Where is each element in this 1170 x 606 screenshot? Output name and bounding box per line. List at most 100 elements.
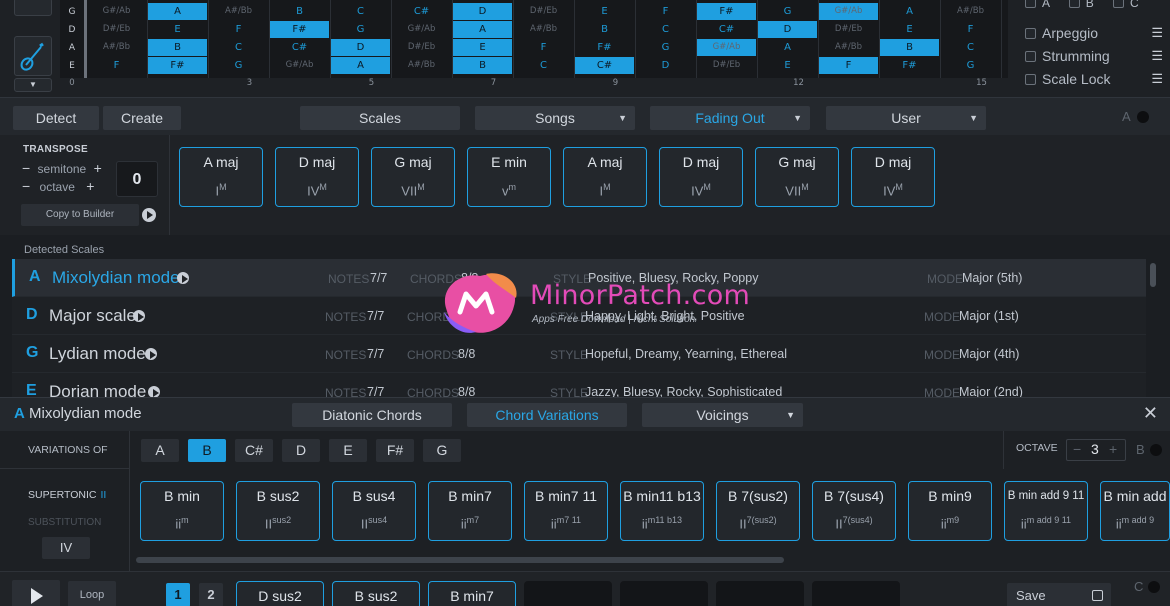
variation-chord-card[interactable]: B min9 iim9 [908, 481, 992, 541]
progression-chord-card[interactable]: D maj IVM [275, 147, 359, 207]
play-progression-icon[interactable] [142, 208, 156, 222]
variation-chord-card[interactable]: B min11 b13 iim11 b13 [620, 481, 704, 541]
fret-note[interactable]: F [514, 39, 573, 56]
progression-chord-card[interactable]: A maj IM [179, 147, 263, 207]
fret-note[interactable]: D [636, 57, 695, 74]
fret-note[interactable]: G [209, 57, 268, 74]
fret-note[interactable]: A#/Bb [941, 3, 1000, 20]
fret-note[interactable]: D [331, 39, 390, 56]
fret-note[interactable]: C [941, 39, 1000, 56]
fret-note[interactable]: F# [148, 57, 207, 74]
scale-row[interactable]: G Lydian mode NOTES 7/7 CHORDS 8/8 STYLE Hopefu… [12, 335, 1146, 373]
fret-note[interactable]: D#/Eb [514, 3, 573, 20]
fret-note[interactable]: G [758, 3, 817, 20]
guitar-view-button[interactable] [14, 36, 52, 76]
fret-note[interactable]: A#/Bb [514, 21, 573, 38]
octave-plus-button[interactable]: + [1109, 441, 1117, 457]
fret-note[interactable]: C# [270, 39, 329, 56]
user-dropdown[interactable]: User ▼ [826, 106, 986, 130]
fret-note[interactable]: D#/Eb [819, 21, 878, 38]
fret-note[interactable]: B [880, 39, 939, 56]
octave-minus-button[interactable]: − [1073, 441, 1081, 457]
fret-note[interactable]: G#/Ab [819, 3, 878, 20]
builder-slot[interactable] [812, 581, 900, 606]
builder-slot[interactable]: D sus2 [236, 581, 324, 606]
toggle-a[interactable] [1137, 111, 1149, 123]
fret-note[interactable]: F [636, 3, 695, 20]
fret-note[interactable]: E [575, 3, 634, 20]
semitone-plus-button[interactable]: + [94, 160, 102, 176]
fret-note[interactable]: A [331, 57, 390, 74]
fret-note[interactable]: B [453, 57, 512, 74]
fret-note[interactable]: A#/Bb [392, 57, 451, 74]
fret-note[interactable]: G#/Ab [392, 21, 451, 38]
option-arpeggio[interactable]: Arpeggio ☰ [1025, 22, 1165, 44]
fret-note[interactable]: G [636, 39, 695, 56]
checkbox-a[interactable] [1025, 0, 1036, 8]
tab-diatonic-chords[interactable]: Diatonic Chords [292, 403, 452, 427]
octave-stepper[interactable]: − 3 + [1066, 439, 1126, 461]
root-note-button[interactable]: A [141, 439, 179, 462]
fret-note[interactable]: D [453, 3, 512, 20]
progression-chord-card[interactable]: D maj IVM [851, 147, 935, 207]
instrument-dropdown[interactable]: ▼ [14, 78, 52, 92]
fret-note[interactable]: E [880, 21, 939, 38]
scale-lock-checkbox[interactable] [1025, 74, 1036, 85]
variation-chord-card[interactable]: B min add 9 11 iim add 9 11 [1004, 481, 1088, 541]
fret-note[interactable]: C# [697, 21, 756, 38]
transpose-value[interactable]: 0 [116, 161, 158, 197]
fret-note[interactable]: A [758, 39, 817, 56]
voicings-dropdown[interactable]: Voicings ▼ [642, 403, 803, 427]
variation-chord-card[interactable]: B sus4 IIsus4 [332, 481, 416, 541]
fret-note[interactable]: F [819, 57, 878, 74]
fret-note[interactable]: G#/Ab [270, 57, 329, 74]
page-1-button[interactable]: 1 [166, 583, 190, 606]
variations-scrollbar[interactable] [136, 557, 784, 563]
variation-chord-card[interactable]: B 7(sus2) II7(sus2) [716, 481, 800, 541]
settings-sliders-icon[interactable]: ☰ [1151, 22, 1163, 44]
toggle-c[interactable] [1148, 581, 1160, 593]
fret-note[interactable]: B [270, 3, 329, 20]
fret-note[interactable]: C [514, 57, 573, 74]
fret-note[interactable]: A [148, 3, 207, 20]
fret-note[interactable]: B [575, 21, 634, 38]
settings-sliders-icon[interactable]: ☰ [1151, 45, 1163, 67]
fret-note[interactable]: D#/Eb [392, 39, 451, 56]
fret-note[interactable]: F# [575, 39, 634, 56]
fret-note[interactable]: A [880, 3, 939, 20]
fret-note[interactable]: F# [697, 3, 756, 20]
fading-out-dropdown[interactable]: Fading Out ▼ [650, 106, 810, 130]
variation-chord-card[interactable]: B min7 iim7 [428, 481, 512, 541]
play-button[interactable] [12, 580, 60, 606]
progression-chord-card[interactable]: G maj VIIM [371, 147, 455, 207]
variation-chord-card[interactable]: B min7 11 iim7 11 [524, 481, 608, 541]
fret-note[interactable]: G#/Ab [697, 39, 756, 56]
semitone-minus-button[interactable]: − [22, 160, 30, 176]
detect-tab[interactable]: Detect [13, 106, 99, 130]
fret-note[interactable]: G#/Ab [87, 3, 146, 20]
fret-note[interactable]: F [209, 21, 268, 38]
fret-note[interactable]: A#/Bb [819, 39, 878, 56]
variation-chord-card[interactable]: B min add iim add 9 [1100, 481, 1170, 541]
octave-minus-button[interactable]: − [22, 178, 30, 194]
copy-to-builder-button[interactable]: Copy to Builder [21, 204, 139, 226]
scales-button[interactable]: Scales [300, 106, 460, 130]
root-note-button[interactable]: F# [376, 439, 414, 462]
fret-note[interactable]: A#/Bb [87, 39, 146, 56]
octave-plus-button[interactable]: + [86, 178, 94, 194]
loop-button[interactable]: Loop [68, 581, 116, 606]
arpeggio-checkbox[interactable] [1025, 28, 1036, 39]
substitution-button[interactable]: IV [42, 537, 90, 559]
fret-note[interactable]: D#/Eb [87, 21, 146, 38]
create-tab[interactable]: Create [103, 106, 181, 130]
fret-note[interactable]: F# [270, 21, 329, 38]
checkbox-c[interactable] [1113, 0, 1125, 8]
fret-note[interactable]: E [453, 39, 512, 56]
keyboard-view-button[interactable] [14, 0, 52, 16]
fretboard[interactable]: G G#/Ab A A#/Bb B C C# D D#/Eb E F F# G G#/Ab A A#/Bb D D… [60, 0, 1008, 78]
progression-chord-card[interactable]: G maj VIIM [755, 147, 839, 207]
builder-slot[interactable] [620, 581, 708, 606]
play-scale-icon[interactable] [177, 272, 189, 284]
fret-note[interactable]: B [148, 39, 207, 56]
fret-note[interactable]: C [209, 39, 268, 56]
